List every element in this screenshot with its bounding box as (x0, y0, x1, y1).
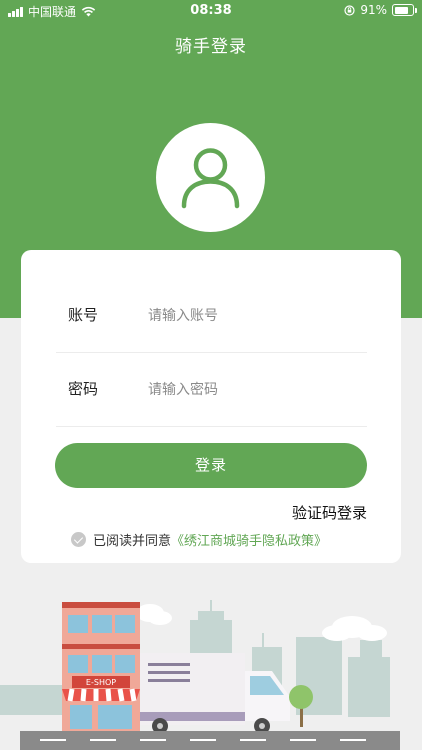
sms-login-link[interactable]: 验证码登录 (292, 502, 367, 523)
account-field: 账号 (56, 278, 367, 353)
password-label: 密码 (68, 380, 99, 398)
privacy-policy-link[interactable]: 《绣江商城骑手隐私政策》 (171, 530, 327, 549)
password-field: 密码 (56, 352, 367, 427)
agreement-checkbox[interactable] (71, 532, 86, 547)
avatar (156, 123, 265, 232)
user-icon (181, 148, 240, 209)
account-label: 账号 (68, 306, 99, 324)
battery-percent: 91% (360, 3, 387, 17)
login-button[interactable]: 登录 (55, 443, 367, 488)
login-card: 账号 密码 登录 验证码登录 已阅读并同意 《绣江商城骑手隐私政策》 (21, 250, 401, 563)
password-input[interactable] (146, 374, 360, 406)
city-illustration: E-SHOP (0, 600, 400, 750)
battery-icon (392, 4, 417, 16)
agreement-row: 已阅读并同意 《绣江商城骑手隐私政策》 (71, 530, 327, 549)
shop-sign-text: E-SHOP (86, 678, 116, 687)
agreement-text: 已阅读并同意 (93, 534, 172, 549)
orientation-lock-icon (344, 4, 355, 16)
account-input[interactable] (146, 300, 360, 332)
status-bar: 中国联通 08:38 91% (0, 0, 422, 22)
page-title: 骑手登录 (175, 37, 247, 57)
status-right: 91% (344, 3, 417, 17)
